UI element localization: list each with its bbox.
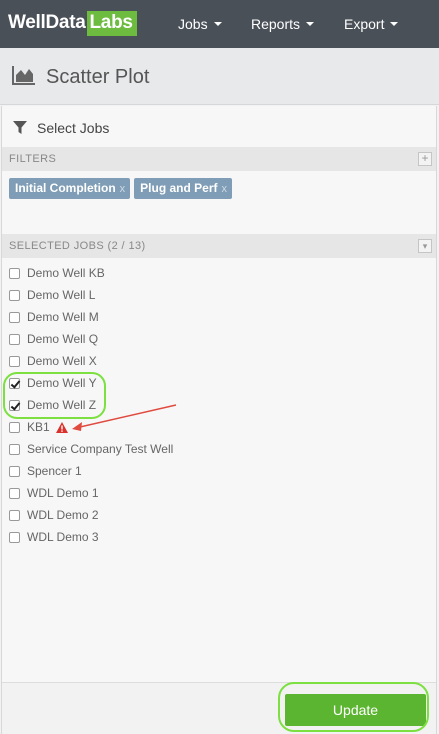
selected-jobs-section-bar: SELECTED JOBS (2 / 13) ▾: [2, 234, 436, 258]
job-checkbox[interactable]: [9, 487, 20, 499]
job-list-item[interactable]: Demo Well L: [9, 284, 173, 306]
job-list-item[interactable]: WDL Demo 2: [9, 504, 173, 526]
job-name: Spencer 1: [27, 464, 82, 478]
job-checkbox[interactable]: [9, 531, 20, 543]
job-checkbox[interactable]: [9, 289, 20, 301]
job-checkbox[interactable]: [9, 355, 20, 367]
job-name: Demo Well Z: [27, 398, 97, 412]
panel-footer: Update: [2, 682, 436, 734]
brand-logo[interactable]: WellData Labs: [8, 10, 137, 36]
job-checkbox[interactable]: [9, 377, 20, 389]
job-name: Demo Well M: [27, 310, 99, 324]
remove-filter-button[interactable]: x: [222, 183, 228, 195]
selected-jobs-label: SELECTED JOBS (2 / 13): [9, 240, 146, 252]
job-list-item[interactable]: Demo Well X: [9, 350, 173, 372]
top-navbar: WellData Labs Jobs Reports Export: [0, 0, 439, 48]
brand-text: WellData: [8, 12, 86, 33]
filter-icon: [13, 121, 27, 134]
job-checkbox[interactable]: [9, 465, 20, 477]
update-button[interactable]: Update: [285, 694, 426, 726]
nav-jobs-label: Jobs: [178, 16, 208, 32]
job-list-item[interactable]: Demo Well Z: [9, 394, 173, 416]
job-name: WDL Demo 2: [27, 508, 99, 522]
filter-tags: Initial Completion x Plug and Perf x: [9, 178, 236, 199]
filter-tag-label: Plug and Perf: [140, 181, 218, 195]
filter-tag: Plug and Perf x: [134, 178, 233, 199]
job-name: Demo Well KB: [27, 266, 105, 280]
filter-tag-label: Initial Completion: [15, 181, 116, 195]
job-name: KB1: [27, 420, 50, 434]
remove-filter-button[interactable]: x: [120, 183, 126, 195]
nav-reports-label: Reports: [251, 16, 301, 32]
select-jobs-header: Select Jobs: [13, 120, 109, 136]
select-jobs-label: Select Jobs: [37, 120, 110, 136]
brand-labs-badge: Labs: [86, 10, 137, 36]
job-name: Demo Well L: [27, 288, 96, 302]
job-checkbox[interactable]: [9, 509, 20, 521]
nav-export[interactable]: Export: [344, 0, 399, 48]
job-checkbox[interactable]: [9, 333, 20, 345]
job-name: Service Company Test Well: [27, 442, 174, 456]
job-list-item[interactable]: Demo Well Q: [9, 328, 173, 350]
job-checkbox[interactable]: [9, 267, 20, 279]
job-name: Demo Well X: [27, 354, 97, 368]
warning-triangle-icon: [55, 421, 68, 433]
job-list-item[interactable]: WDL Demo 1: [9, 482, 173, 504]
job-checkbox[interactable]: [9, 311, 20, 323]
job-checkbox[interactable]: [9, 421, 20, 433]
job-list-item[interactable]: Spencer 1: [9, 460, 173, 482]
job-name: WDL Demo 3: [27, 530, 99, 544]
job-list-item[interactable]: Demo Well KB: [9, 262, 173, 284]
nav-reports[interactable]: Reports: [251, 0, 315, 48]
job-list-item[interactable]: Demo Well M: [9, 306, 173, 328]
job-checkbox[interactable]: [9, 399, 20, 411]
nav-export-label: Export: [344, 16, 385, 32]
job-list-item[interactable]: KB1: [9, 416, 173, 438]
selected-jobs-collapse-button[interactable]: ▾: [418, 239, 432, 253]
job-list-item[interactable]: Demo Well Y: [9, 372, 173, 394]
job-name: WDL Demo 1: [27, 486, 99, 500]
page-header: Scatter Plot: [0, 48, 439, 105]
job-selection-panel: Select Jobs FILTERS + Initial Completion…: [1, 106, 437, 734]
job-list-item[interactable]: Service Company Test Well: [9, 438, 173, 460]
area-chart-icon: [12, 66, 35, 85]
job-list: Demo Well KB Demo Well L Demo Well M Demo W…: [9, 262, 173, 548]
job-name: Demo Well Q: [27, 332, 99, 346]
caret-down-icon: [213, 22, 222, 26]
filters-section-label: FILTERS: [9, 153, 57, 165]
job-name: Demo Well Y: [27, 376, 97, 390]
page-title: Scatter Plot: [46, 66, 150, 88]
filter-tag: Initial Completion x: [9, 178, 131, 199]
nav-jobs[interactable]: Jobs: [178, 0, 222, 48]
caret-down-icon: [390, 22, 399, 26]
job-checkbox[interactable]: [9, 443, 20, 455]
add-filter-button[interactable]: +: [418, 152, 432, 166]
job-list-item[interactable]: WDL Demo 3: [9, 526, 173, 548]
filters-section-bar: FILTERS +: [2, 147, 436, 171]
caret-down-icon: [306, 22, 315, 26]
